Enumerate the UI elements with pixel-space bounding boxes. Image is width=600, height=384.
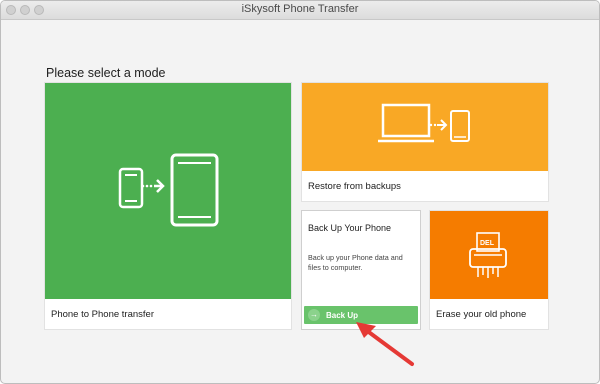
card-art-restore	[302, 83, 548, 171]
page-title: Please select a mode	[46, 66, 166, 80]
laptop-to-phone-icon	[378, 103, 470, 143]
card-description-backup: Back up your Phone data and files to com…	[308, 253, 403, 272]
card-art-erase: DEL	[430, 211, 548, 299]
card-label-restore: Restore from backups	[308, 181, 401, 192]
card-label-erase: Erase your old phone	[436, 309, 527, 320]
mode-card-backup[interactable]: Back Up Your Phone Back up your Phone da…	[302, 211, 420, 329]
shredder-del-icon: DEL	[469, 232, 507, 278]
mode-card-restore[interactable]: Restore from backups	[302, 83, 548, 201]
card-title-backup: Back Up Your Phone	[308, 223, 392, 233]
card-label-phone-to-phone: Phone to Phone transfer	[51, 309, 154, 320]
title-bar: iSkysoft Phone Transfer	[1, 1, 599, 20]
window-title: iSkysoft Phone Transfer	[241, 3, 359, 15]
mode-card-phone-to-phone[interactable]: Phone to Phone transfer	[45, 83, 291, 329]
phone-to-tablet-transfer-icon	[118, 153, 219, 227]
app-window: iSkysoft Phone Transfer Please select a …	[0, 0, 600, 384]
svg-text:DEL: DEL	[480, 240, 495, 247]
mode-card-erase[interactable]: DEL Erase your old phone	[430, 211, 548, 329]
arrow-right-circle-icon: →	[308, 309, 320, 321]
card-art-phone-to-phone	[45, 83, 291, 299]
annotation-arrow	[356, 322, 414, 366]
